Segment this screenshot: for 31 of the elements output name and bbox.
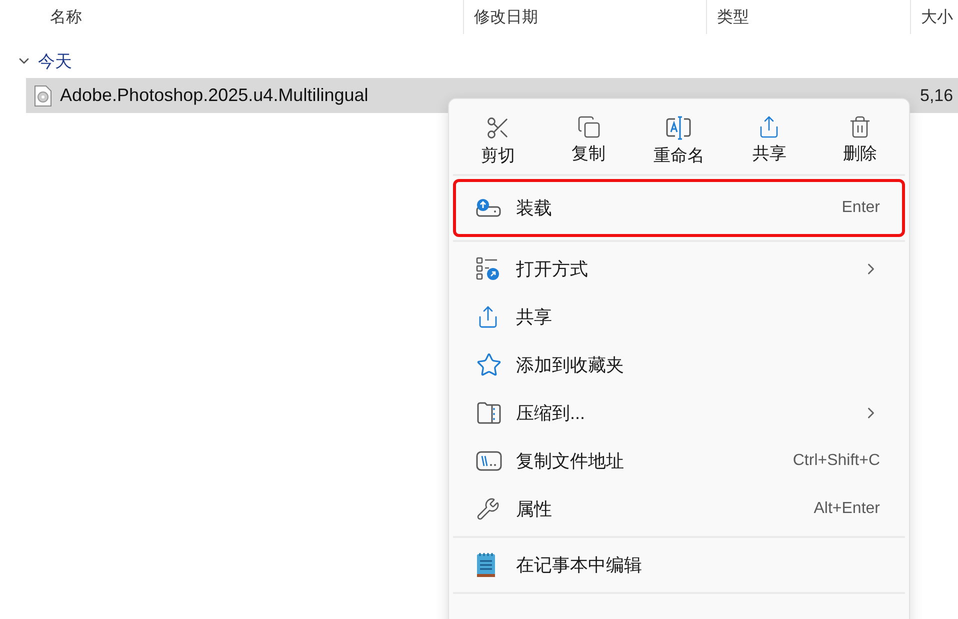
menu-item[interactable]: 属性 Alt+Enter [453,485,905,533]
menu-action-button[interactable]: 删除 [814,113,905,168]
disc-file-icon [34,84,52,106]
menu-item[interactable]: 在记事本中编辑 [453,541,905,589]
wrench-icon [476,497,500,521]
menu-action-button[interactable]: 重命名 [634,113,724,168]
group-header[interactable]: 今天 [0,44,958,78]
menu-item[interactable]: 装载 Enter [453,179,905,237]
menu-action-button[interactable]: 共享 [724,113,815,168]
notepad-icon [476,552,496,578]
copy-icon [576,115,601,139]
star-icon [476,352,502,378]
zip-folder-icon [476,401,502,425]
column-header[interactable]: 名称 [0,0,463,34]
menu-item[interactable]: 共享 [453,293,905,341]
menu-item[interactable]: 添加到收藏夹 [453,341,905,389]
menu-item[interactable]: 打开方式 [453,245,905,293]
menu-action-button[interactable]: 复制 [543,113,634,168]
file-name: Adobe.Photoshop.2025.u4.Multilingual [60,85,368,106]
rename-icon [664,115,693,141]
copy-path-icon [476,451,502,471]
table-cell-text: 5,16 [919,86,954,106]
column-header[interactable]: 修改日期 [463,0,706,34]
menu-item[interactable]: 复制文件地址 Ctrl+Shift+C [453,437,905,485]
open-with-icon [476,257,500,281]
mount-drive-icon [476,198,502,218]
column-header[interactable]: 类型 [706,0,910,34]
column-header[interactable]: 大小 [910,0,958,34]
menu-action-button[interactable]: 剪切 [453,113,544,168]
menu-item[interactable]: 压缩到... [453,389,905,437]
delete-icon [848,115,872,139]
